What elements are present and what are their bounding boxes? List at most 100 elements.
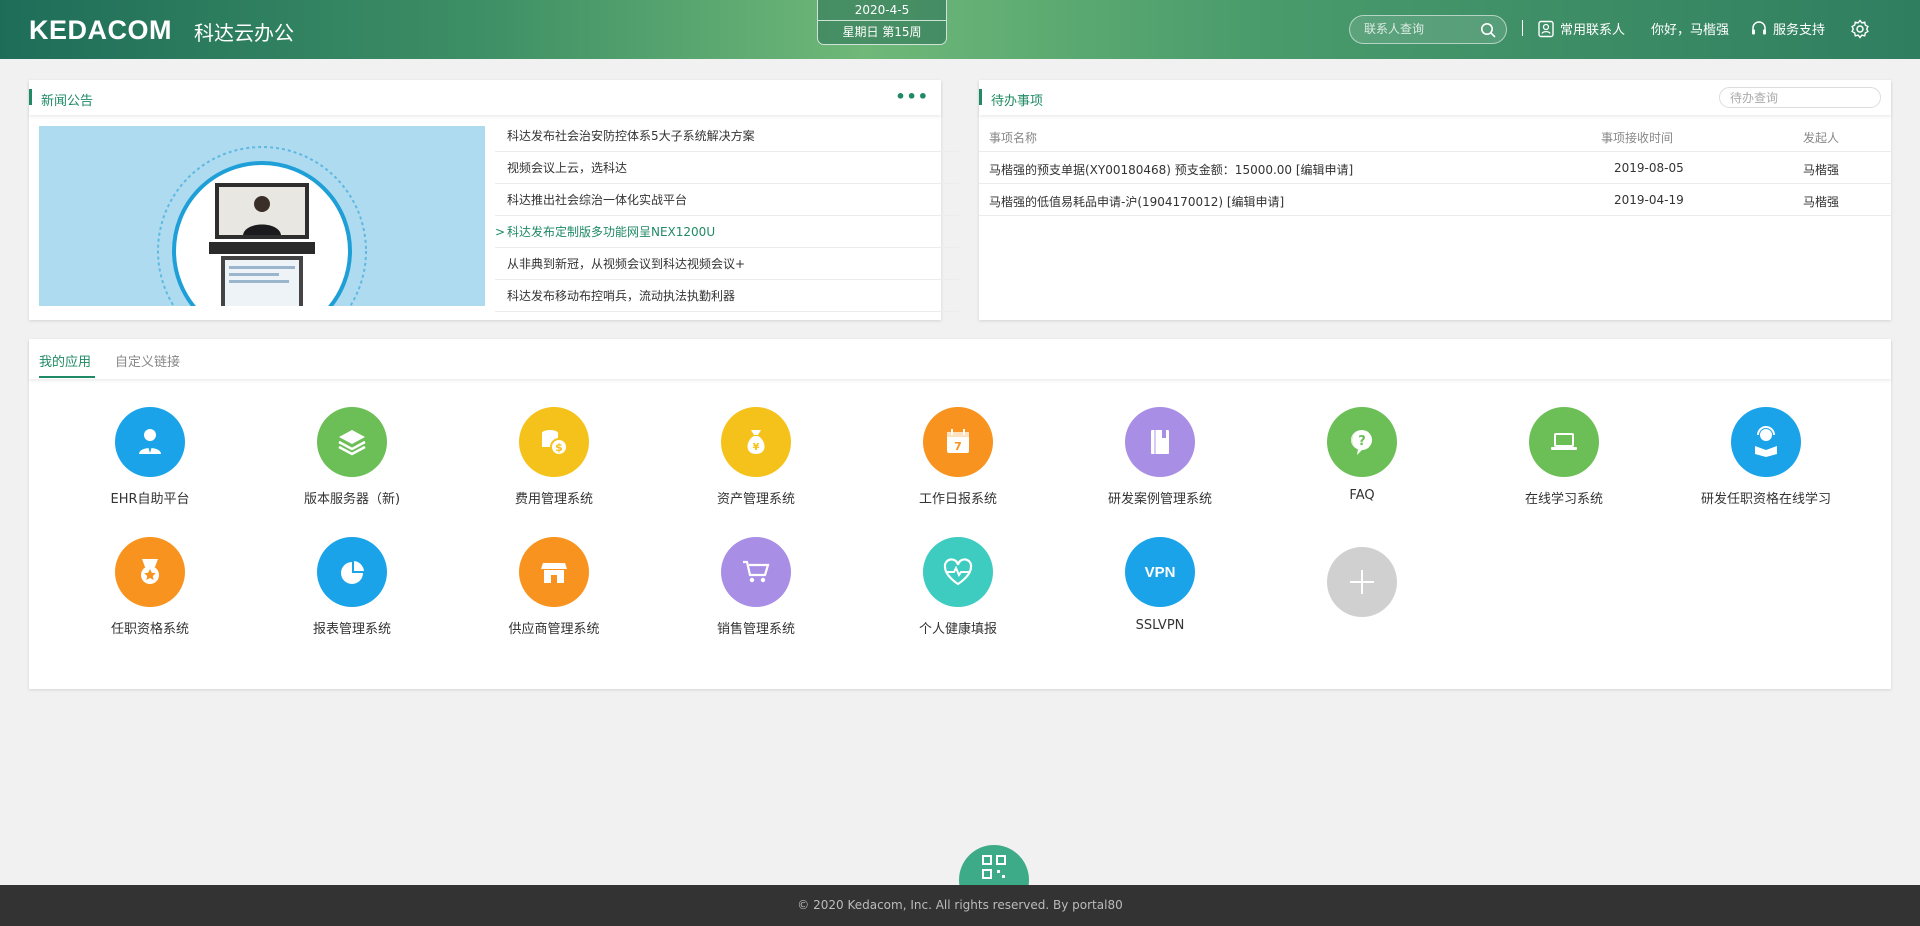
table-row[interactable]: 马楷强的低值易耗品申请-沪(1904170012) [编辑申请] 2019-04… (979, 184, 1891, 216)
news-illustration (39, 126, 485, 306)
support-label: 服务支持 (1773, 23, 1826, 38)
apps-panel: 我的应用 自定义链接 EHR自助平台 版本服务器（新) $ 费用管理系统 ¥ 资… (29, 339, 1891, 689)
app-online-learning[interactable]: 在线学习系统 (1479, 407, 1649, 507)
app-rd-qualification-learning[interactable]: 研发任职资格在线学习 (1681, 407, 1851, 507)
news-panel: 新闻公告 ••• 科达发布社会治安防控体系5大子系统解决方案 视频会议上云，选科… (29, 80, 959, 320)
svg-text:$: $ (555, 441, 563, 454)
news-item[interactable]: 科达发布移动布控哨兵，流动执法执勤利器 (495, 280, 959, 312)
app-qualification[interactable]: 任职资格系统 (65, 537, 235, 637)
news-header: 新闻公告 ••• (29, 80, 941, 115)
svg-text:?: ? (1358, 434, 1366, 449)
news-list: 科达发布社会治安防控体系5大子系统解决方案 视频会议上云，选科达 科达推出社会综… (495, 120, 959, 312)
apps-tabs: 我的应用 自定义链接 (29, 339, 1891, 379)
col-header-sender: 发起人 (1803, 131, 1840, 145)
app-label: 销售管理系统 (716, 622, 795, 637)
app-sales[interactable]: 销售管理系统 (671, 537, 841, 637)
app-version-server[interactable]: 版本服务器（新) (267, 407, 437, 507)
news-item[interactable]: 科达发布社会治安防控体系5大子系统解决方案 (495, 120, 959, 152)
store-icon (519, 537, 589, 607)
app-supplier[interactable]: 供应商管理系统 (469, 537, 639, 637)
pie-chart-icon (317, 537, 387, 607)
todo-header: 待办事项 (979, 80, 1891, 115)
headset-icon (1752, 20, 1766, 34)
app-faq[interactable]: ? FAQ (1277, 407, 1447, 503)
todo-search-input[interactable] (1730, 91, 1870, 105)
app-asset[interactable]: ¥ 资产管理系统 (671, 407, 841, 507)
tab-custom-links[interactable]: 自定义链接 (115, 351, 180, 370)
app-label: SSLVPN (1135, 618, 1185, 633)
news-more-button[interactable]: ••• (895, 87, 929, 106)
todo-title-bar (979, 89, 982, 105)
todo-search (1719, 87, 1881, 108)
cart-icon (721, 537, 791, 607)
svg-text:7: 7 (954, 440, 962, 453)
user-greeting[interactable]: 你好，马楷强 (1651, 19, 1729, 38)
brand-logo[interactable]: KEDACOM (29, 15, 172, 46)
user-tie-icon (115, 407, 185, 477)
app-ehr[interactable]: EHR自助平台 (65, 407, 235, 507)
app-daily-report[interactable]: 7 工作日报系统 (873, 407, 1043, 507)
app-label: 任职资格系统 (110, 622, 189, 637)
todo-item-name[interactable]: 马楷强的预支单据(XY00180468) 预支金额：15000.00 [编辑申请… (989, 161, 1353, 178)
app-report[interactable]: 报表管理系统 (267, 537, 437, 637)
heart-pulse-icon (923, 537, 993, 607)
app-label: 费用管理系统 (514, 492, 593, 507)
support-link[interactable]: 服务支持 (1750, 19, 1825, 38)
todo-item-sender: 马楷强 (1803, 163, 1840, 177)
todo-table: 事项名称 事项接收时间 发起人 马楷强的预支单据(XY00180468) 预支金… (979, 120, 1891, 216)
app-label: EHR自助平台 (110, 492, 190, 507)
contacts-link[interactable]: 常用联系人 (1537, 19, 1625, 38)
add-app-button[interactable] (1277, 547, 1447, 617)
app-label: 报表管理系统 (312, 622, 391, 637)
app-rd-case[interactable]: 研发案例管理系统 (1075, 407, 1245, 507)
caret-right-icon: > (495, 225, 506, 239)
app-health-report[interactable]: 个人健康填报 (873, 537, 1043, 637)
app-expense[interactable]: $ 费用管理系统 (469, 407, 639, 507)
tab-my-apps[interactable]: 我的应用 (39, 351, 91, 370)
active-tab-underline (39, 376, 95, 378)
contacts-icon (1538, 20, 1554, 37)
calendar-icon: 7 (923, 407, 993, 477)
vpn-icon: VPN (1125, 537, 1195, 607)
todo-item-sender: 马楷强 (1803, 195, 1840, 209)
todo-table-header: 事项名称 事项接收时间 发起人 (979, 120, 1891, 152)
vpn-icon-text: VPN (1144, 563, 1176, 581)
contacts-label: 常用联系人 (1560, 23, 1626, 38)
news-item-active[interactable]: > 科达发布定制版多功能网呈NEX1200U (495, 216, 959, 248)
table-row[interactable]: 马楷强的预支单据(XY00180468) 预支金额：15000.00 [编辑申请… (979, 152, 1891, 184)
col-header-time: 事项接收时间 (1601, 131, 1674, 145)
app-label: 个人健康填报 (918, 622, 997, 637)
app-label: FAQ (1349, 488, 1375, 503)
todo-item-time: 2019-08-05 (1614, 161, 1684, 175)
contact-search (1349, 15, 1507, 44)
todo-item-name[interactable]: 马楷强的低值易耗品申请-沪(1904170012) [编辑申请] (989, 193, 1284, 210)
header-divider (1522, 20, 1523, 36)
search-icon[interactable] (1480, 22, 1496, 38)
todo-item-time: 2019-04-19 (1614, 193, 1684, 207)
money-bag-icon: ¥ (721, 407, 791, 477)
layers-icon (317, 407, 387, 477)
app-label: 在线学习系统 (1524, 492, 1603, 507)
news-item[interactable]: 科达推出社会综治一体化实战平台 (495, 184, 959, 216)
news-item-label: 科达发布定制版多功能网呈NEX1200U (507, 225, 716, 239)
app-sslvpn[interactable]: VPN SSLVPN (1075, 537, 1245, 633)
gear-icon[interactable] (1850, 19, 1870, 39)
app-label: 工作日报系统 (918, 492, 997, 507)
current-weekday: 星期日 第15周 (842, 25, 922, 39)
app-label: 版本服务器（新) (303, 492, 401, 507)
col-header-name: 事项名称 (989, 131, 1038, 145)
todo-title: 待办事项 (991, 94, 1044, 109)
contact-search-input[interactable] (1364, 22, 1474, 36)
medal-icon (115, 537, 185, 607)
plus-icon (1327, 547, 1397, 617)
news-item[interactable]: 视频会议上云，选科达 (495, 152, 959, 184)
app-label: 研发案例管理系统 (1107, 492, 1212, 507)
news-image[interactable] (39, 126, 485, 306)
svg-text:¥: ¥ (753, 442, 760, 453)
footer: © 2020 Kedacom, Inc. All rights reserved… (0, 885, 1920, 926)
news-item[interactable]: 从非典到新冠，从视频会议到科达视频会议+ (495, 248, 959, 280)
reader-icon (1731, 407, 1801, 477)
question-bubble-icon: ? (1327, 407, 1397, 477)
news-title-bar (29, 89, 32, 105)
app-label: 供应商管理系统 (508, 622, 600, 637)
